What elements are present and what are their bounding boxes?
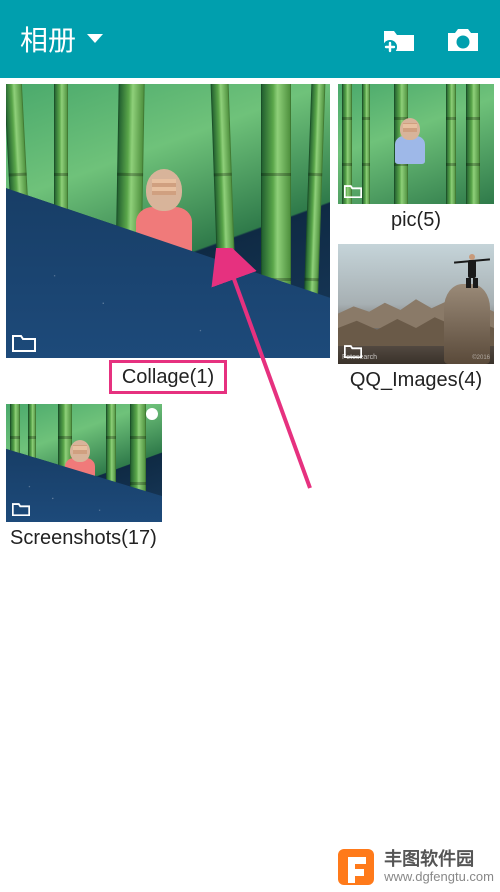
album-screenshots-label: Screenshots(17) xyxy=(6,522,162,556)
watermark-name: 丰图软件园 xyxy=(384,850,494,870)
album-screenshots-thumb xyxy=(6,404,162,522)
camera-icon[interactable] xyxy=(446,25,480,53)
dropdown-icon xyxy=(86,33,104,45)
watermark-url: www.dgfengtu.com xyxy=(384,870,494,884)
albums-grid: Collage(1) xyxy=(0,78,500,562)
app-bar-title: 相册 xyxy=(20,19,76,59)
album-collage[interactable]: Collage(1) xyxy=(6,84,330,400)
album-qq-images[interactable]: Fotosearch ©2016 QQ_Images(4) xyxy=(338,244,494,398)
folder-icon xyxy=(344,343,362,358)
album-qq-label: QQ_Images(4) xyxy=(338,364,494,398)
album-qq-thumb: Fotosearch ©2016 xyxy=(338,244,494,364)
album-pic-label: pic(5) xyxy=(338,204,494,238)
album-pic-thumb xyxy=(338,84,494,204)
folder-icon xyxy=(12,332,36,352)
album-pic[interactable]: pic(5) xyxy=(338,84,494,238)
album-collage-label: Collage(1) xyxy=(109,360,227,394)
folder-icon xyxy=(344,183,362,198)
app-bar-actions xyxy=(382,25,480,53)
folder-icon xyxy=(12,501,30,516)
app-bar: 相册 xyxy=(0,0,500,78)
watermark-logo-icon xyxy=(336,847,376,887)
album-screenshots[interactable]: Screenshots(17) xyxy=(6,404,162,556)
watermark: 丰图软件园 www.dgfengtu.com xyxy=(336,847,494,887)
new-folder-icon[interactable] xyxy=(382,25,416,53)
album-collage-thumb xyxy=(6,84,330,358)
title-dropdown[interactable]: 相册 xyxy=(20,19,382,59)
